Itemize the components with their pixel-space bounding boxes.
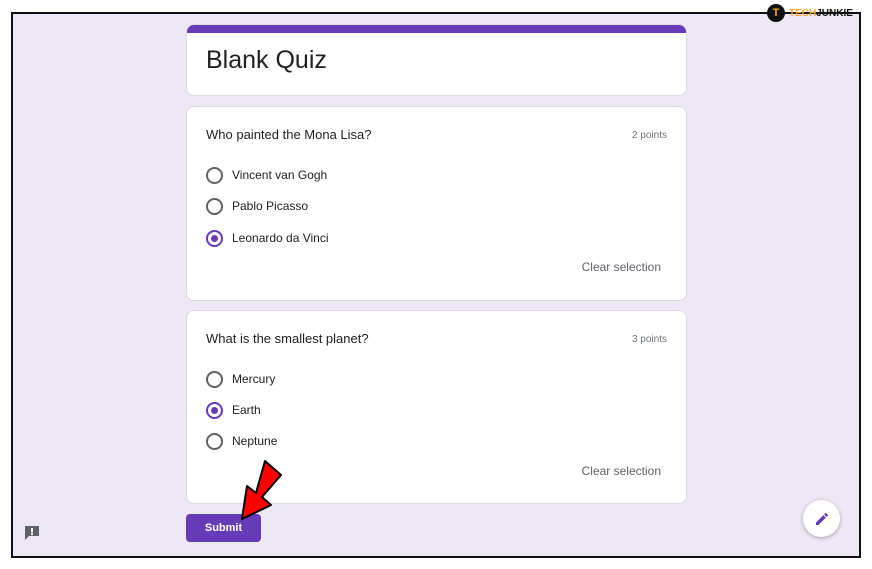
option-label: Leonardo da Vinci	[232, 231, 329, 245]
accent-bar	[187, 25, 686, 33]
radio-option[interactable]: Vincent van Gogh	[206, 165, 327, 185]
radio-button[interactable]	[206, 197, 223, 215]
radio-button-selected[interactable]	[206, 401, 223, 419]
pencil-edit-icon	[815, 512, 828, 525]
option-label: Earth	[232, 403, 261, 417]
question-text: Who painted the Mona Lisa?	[206, 127, 372, 142]
radio-button[interactable]	[206, 432, 223, 450]
form-title-card: Blank Quiz	[186, 24, 687, 96]
techjunkie-logo: T TECH JUNKIE	[767, 3, 853, 23]
radio-option[interactable]: Earth	[206, 400, 261, 420]
question-points: 2 points	[631, 130, 667, 141]
logo-badge: T	[767, 4, 785, 22]
logo-text-tech: TECH	[789, 7, 817, 19]
form-viewport: Blank Quiz Who painted the Mona Lisa? 2 …	[11, 12, 861, 558]
form-title: Blank Quiz	[206, 46, 327, 74]
option-label: Pablo Picasso	[232, 199, 309, 213]
question-card: Who painted the Mona Lisa? 2 points Vinc…	[186, 106, 687, 301]
question-text: What is the smallest planet?	[206, 331, 369, 346]
option-label: Vincent van Gogh	[232, 168, 328, 182]
logo-text-junkie: JUNKIE	[816, 7, 853, 19]
clear-selection-button[interactable]: Clear selection	[582, 260, 661, 274]
radio-option[interactable]: Neptune	[206, 431, 277, 451]
report-feedback-icon[interactable]	[24, 526, 40, 540]
radio-button[interactable]	[206, 370, 223, 388]
radio-option[interactable]: Leonardo da Vinci	[206, 228, 329, 248]
radio-option[interactable]: Mercury	[206, 369, 275, 389]
question-points: 3 points	[631, 334, 667, 345]
option-label: Mercury	[232, 372, 276, 386]
option-label: Neptune	[232, 434, 278, 448]
clear-selection-button[interactable]: Clear selection	[582, 464, 661, 478]
edit-response-button[interactable]	[803, 500, 840, 537]
radio-option[interactable]: Pablo Picasso	[206, 196, 308, 216]
red-arrow-icon	[241, 460, 282, 520]
radio-button[interactable]	[206, 166, 223, 184]
radio-button-selected[interactable]	[206, 229, 223, 247]
